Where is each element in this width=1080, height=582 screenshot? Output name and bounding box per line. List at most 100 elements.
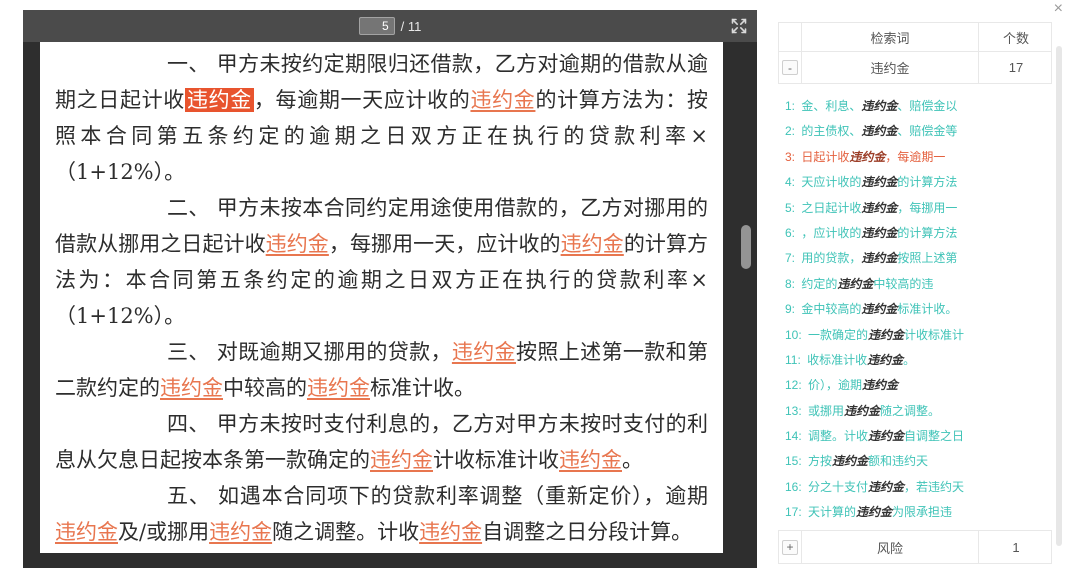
search-result-item[interactable]: 12: 价），逾期违约金	[785, 373, 1040, 398]
result-context-pre: 一款确定的	[808, 327, 869, 342]
search-results-list: 1: 金、利息、违约金、赔偿金以 2: 的主债权、违约金、赔偿金等 3: 日起计…	[785, 94, 1040, 526]
collapse-term-button[interactable]: -	[782, 60, 798, 75]
paragraph-text: 计收标准计收	[433, 448, 559, 472]
search-term-row: - 违约金 17	[779, 51, 1051, 83]
result-context-pre: 日起计收	[801, 149, 850, 164]
result-context-post: ，若违约天	[904, 479, 965, 494]
search-hit: 违约金	[370, 448, 433, 472]
result-context-post: 。	[903, 352, 916, 367]
result-number: 7:	[785, 251, 799, 266]
search-result-item[interactable]: 13: 或挪用违约金随之调整。	[785, 399, 1040, 424]
result-keyword: 违约金	[844, 403, 881, 418]
result-context-pre: 之日起计收	[801, 200, 862, 215]
search-result-item[interactable]: 1: 金、利息、违约金、赔偿金以	[785, 94, 1040, 119]
result-keyword: 违约金	[861, 124, 898, 139]
search-result-item[interactable]: 15: 方按违约金额和违约天	[785, 449, 1040, 474]
result-keyword: 违约金	[861, 99, 898, 113]
search-panel: × 检索词 个数 - 违约金 17 1: 金、利息、违约金、赔偿金以 2: 的主…	[765, 0, 1065, 582]
result-context-pre: 或挪用	[808, 403, 845, 418]
result-keyword: 违约金	[832, 454, 869, 469]
risk-term-table: + 风险 1	[778, 530, 1052, 564]
search-result-item[interactable]: 5: 之日起计收违约金，每挪用一	[785, 196, 1040, 221]
close-icon[interactable]: ×	[1054, 0, 1063, 18]
result-context-pre: 天计算的	[808, 505, 857, 520]
result-keyword: 违约金	[849, 149, 886, 164]
panel-scrollbar[interactable]	[1056, 46, 1062, 546]
document-page[interactable]: 一、 甲方未按约定期限归还借款，乙方对逾期的借款从逾期之日起计收违约金，每逾期一…	[40, 42, 723, 553]
paragraph-text: 中较高的	[223, 376, 307, 400]
page-total-label: / 11	[400, 18, 422, 34]
result-context-pre: 调整。计收	[808, 429, 869, 444]
result-context-post: 自调整之日	[904, 429, 965, 444]
search-hit: 违约金	[560, 232, 624, 256]
result-number: 4:	[785, 175, 799, 190]
search-hit: 违约金	[559, 448, 622, 472]
expand-risk-button[interactable]: +	[782, 539, 798, 555]
header-toggle-cell	[779, 23, 801, 51]
search-result-item[interactable]: 4: 天应计收的违约金的计算方法	[785, 170, 1040, 195]
search-result-item[interactable]: 8: 约定的违约金中较高的违	[785, 272, 1040, 297]
result-context-pre: 方按	[808, 454, 833, 469]
result-keyword: 违约金	[861, 302, 898, 317]
search-result-item[interactable]: 6: ，应计收的违约金的计算方法	[785, 221, 1040, 246]
search-hit: 违约金	[451, 340, 517, 364]
risk-term-value[interactable]: 风险	[801, 531, 978, 563]
paragraph-text: ，每逾期一天应计收的	[253, 88, 471, 112]
paragraph-text: ，每挪用一天，应计收的	[328, 232, 561, 256]
result-keyword: 违约金	[868, 327, 905, 342]
result-context-pre: 价），逾期	[808, 378, 863, 393]
result-number: 6:	[785, 225, 799, 240]
page-control: / 11	[358, 17, 422, 35]
search-hit: 违约金	[419, 520, 483, 544]
result-context-pre: 金、利息、	[801, 99, 862, 113]
search-result-item[interactable]: 9: 金中较高的违约金标准计收。	[785, 297, 1040, 322]
result-context-pre: 分之十支付	[808, 479, 869, 494]
viewer-scrollbar-thumb[interactable]	[741, 225, 751, 269]
paragraph-text: 自调整之日分段计算。	[482, 520, 693, 544]
result-number: 8:	[785, 276, 799, 291]
search-hit: 违约金	[160, 376, 223, 400]
result-keyword: 违约金	[862, 378, 899, 393]
result-number: 16:	[785, 479, 806, 494]
result-number: 1:	[785, 99, 799, 113]
result-context-pre: 金中较高的	[801, 302, 862, 317]
result-number: 17:	[785, 505, 806, 520]
paragraph-text: 随之调整。计收	[272, 520, 420, 544]
header-term-label: 检索词	[801, 23, 978, 51]
contract-heading-article-12: 第十二条违约及处理	[55, 550, 708, 553]
search-result-item[interactable]: 10: 一款确定的违约金计收标准计	[785, 323, 1040, 348]
result-context-post: ，每挪用一	[897, 200, 958, 215]
result-context-post: 、赔偿金等	[897, 124, 958, 139]
search-result-item[interactable]: 2: 的主债权、违约金、赔偿金等	[785, 119, 1040, 144]
result-number: 5:	[785, 200, 799, 215]
risk-term-row: + 风险 1	[779, 531, 1051, 563]
search-result-item[interactable]: 7: 用的贷款，违约金按照上述第	[785, 246, 1040, 271]
result-keyword: 违约金	[861, 251, 898, 266]
result-keyword: 违约金	[867, 352, 904, 367]
search-result-item[interactable]: 11: 收标准计收违约金。	[785, 348, 1040, 373]
search-result-item[interactable]: 17: 天计算的违约金为限承担违	[785, 500, 1040, 525]
risk-term-count: 1	[978, 531, 1053, 563]
search-term-value[interactable]: 违约金	[801, 52, 978, 83]
contract-paragraph-4: 四、 甲方未按时支付利息的，乙方对甲方未按时支付的利息从欠息日起按本条第一款确定…	[55, 406, 708, 478]
result-keyword: 违约金	[861, 200, 898, 215]
result-number: 3:	[785, 149, 799, 164]
contract-paragraph-3: 三、 对既逾期又挪用的贷款，违约金按照上述第一款和第二款约定的违约金中较高的违约…	[55, 334, 708, 406]
fullscreen-icon[interactable]	[730, 17, 748, 35]
page-number-input[interactable]	[358, 17, 395, 35]
search-result-item[interactable]: 3: 日起计收违约金，每逾期一	[785, 145, 1040, 170]
search-result-item[interactable]: 14: 调整。计收违约金自调整之日	[785, 424, 1040, 449]
search-term-count: 17	[978, 52, 1053, 83]
paragraph-text: 标准计收。	[370, 376, 475, 400]
contract-paragraph-1: 一、 甲方未按约定期限归还借款，乙方对逾期的借款从逾期之日起计收违约金，每逾期一…	[55, 46, 708, 190]
search-hit-active: 违约金	[184, 88, 254, 112]
result-context-post: 中较高的违	[873, 276, 934, 291]
search-hit: 违约金	[470, 88, 536, 112]
result-context-pre: ，应计收的	[801, 225, 862, 240]
result-context-pre: 约定的	[801, 276, 838, 291]
result-keyword: 违约金	[861, 225, 898, 240]
result-number: 2:	[785, 124, 799, 139]
paragraph-text: 三、 对既逾期又挪用的贷款，	[167, 340, 452, 364]
search-result-item[interactable]: 16: 分之十支付违约金，若违约天	[785, 475, 1040, 500]
search-hit: 违约金	[55, 520, 118, 544]
